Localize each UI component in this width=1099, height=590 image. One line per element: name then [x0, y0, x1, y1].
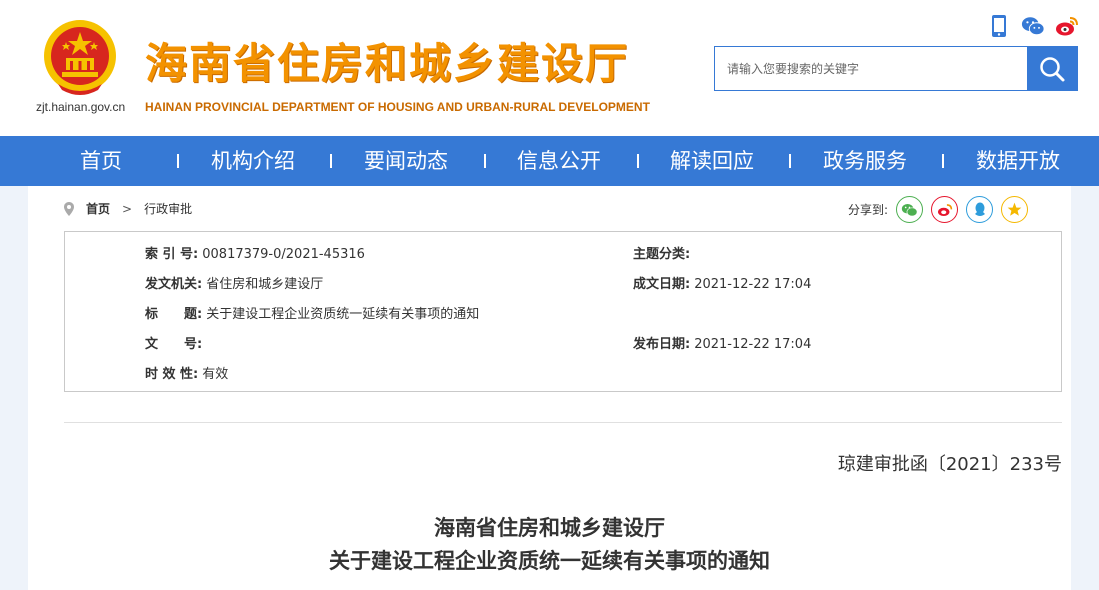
info-published-label: 发布日期: — [633, 337, 691, 352]
site-header: zjt.hainan.gov.cn 海南省住房和城乡建设厅 HAINAN PRO… — [0, 0, 1099, 136]
nav-separator — [942, 154, 944, 168]
weibo-icon[interactable] — [1055, 14, 1079, 38]
breadcrumb-current[interactable]: 行政审批 — [144, 200, 192, 217]
share-label: 分享到: — [848, 203, 889, 217]
info-created: 成文日期: 2021-12-22 17:04 — [633, 273, 811, 292]
info-title-label: 标 题: — [145, 307, 203, 322]
info-docnum: 文 号: — [145, 333, 206, 352]
breadcrumb-home[interactable]: 首页 — [86, 200, 110, 217]
nav-item-interpretation[interactable]: 解读回应 — [670, 136, 754, 186]
share-bar: 分享到: — [848, 196, 1036, 223]
qzone-share-icon[interactable] — [1001, 196, 1029, 223]
mobile-icon[interactable] — [987, 14, 1011, 38]
nav-item-open-data[interactable]: 数据开放 — [976, 136, 1060, 186]
search-button[interactable] — [1027, 47, 1077, 90]
nav-item-about[interactable]: 机构介绍 — [211, 136, 295, 186]
info-validity-value: 有效 — [202, 367, 229, 382]
site-domain[interactable]: zjt.hainan.gov.cn — [36, 100, 125, 114]
info-validity-label: 时 效 性: — [145, 367, 199, 382]
qq-share-icon[interactable] — [966, 196, 994, 223]
location-pin-icon — [64, 201, 74, 216]
info-title-value: 关于建设工程企业资质统一延续有关事项的通知 — [206, 307, 480, 322]
search-icon — [1040, 56, 1065, 81]
site-title-en: HAINAN PROVINCIAL DEPARTMENT OF HOUSING … — [145, 100, 650, 114]
wechat-icon[interactable] — [1021, 14, 1045, 38]
info-index-value: 00817379-0/2021-45316 — [202, 247, 365, 262]
nav-separator — [789, 154, 791, 168]
document-info-table: 索 引 号: 00817379-0/2021-45316 主题分类: 发文机关: 省… — [64, 231, 1062, 392]
nav-item-news[interactable]: 要闻动态 — [364, 136, 448, 186]
top-icon-bar — [987, 14, 1079, 38]
search-box — [714, 46, 1078, 91]
info-topic-label: 主题分类: — [633, 247, 691, 262]
nav-separator — [177, 154, 179, 168]
nav-separator — [484, 154, 486, 168]
site-title[interactable]: 海南省住房和城乡建设厅 — [145, 30, 629, 91]
info-docnum-label: 文 号: — [145, 337, 203, 352]
breadcrumb-separator: > — [122, 201, 133, 216]
nav-separator — [637, 154, 639, 168]
nav-separator — [330, 154, 332, 168]
nav-item-disclosure[interactable]: 信息公开 — [517, 136, 601, 186]
document-title-line2: 关于建设工程企业资质统一延续有关事项的通知 — [329, 549, 770, 573]
nav-item-services[interactable]: 政务服务 — [823, 136, 907, 186]
info-created-value: 2021-12-22 17:04 — [694, 277, 812, 292]
info-topic: 主题分类: — [633, 243, 694, 262]
info-validity: 时 效 性: 有效 — [145, 363, 228, 382]
info-index-label: 索 引 号: — [145, 247, 199, 262]
document-title-line1: 海南省住房和城乡建设厅 — [434, 516, 665, 540]
info-published-value: 2021-12-22 17:04 — [694, 337, 812, 352]
wechat-share-icon[interactable] — [896, 196, 924, 223]
info-index: 索 引 号: 00817379-0/2021-45316 — [145, 243, 365, 262]
search-input[interactable] — [715, 47, 1027, 90]
weibo-share-icon[interactable] — [931, 196, 959, 223]
info-published: 发布日期: 2021-12-22 17:04 — [633, 333, 811, 352]
info-issuer-value: 省住房和城乡建设厅 — [206, 277, 324, 292]
national-emblem-icon[interactable] — [38, 18, 122, 98]
content-divider — [64, 422, 1062, 423]
info-created-label: 成文日期: — [633, 277, 691, 292]
breadcrumb: 首页 > 行政审批 — [64, 200, 192, 217]
document-number: 琼建审批函〔2021〕233号 — [837, 454, 1062, 475]
info-issuer: 发文机关: 省住房和城乡建设厅 — [145, 273, 323, 292]
info-title: 标 题: 关于建设工程企业资质统一延续有关事项的通知 — [145, 303, 479, 322]
info-issuer-label: 发文机关: — [145, 277, 203, 292]
main-nav: 首页 机构介绍 要闻动态 信息公开 解读回应 政务服务 数据开放 — [0, 136, 1099, 186]
nav-item-home[interactable]: 首页 — [80, 136, 122, 186]
